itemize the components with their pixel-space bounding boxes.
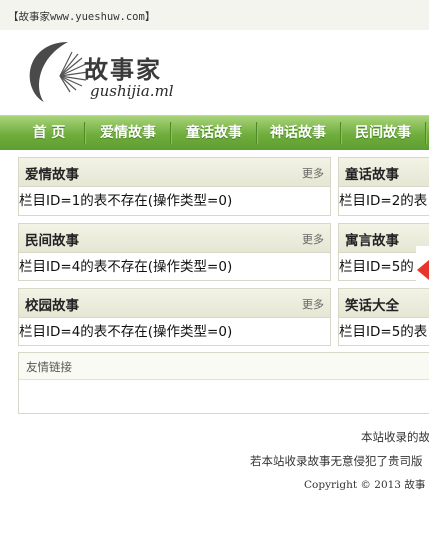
- panel-header: 民间故事 更多: [19, 224, 330, 253]
- panel-jokes: 笑话大全 栏目ID=5的表: [338, 288, 429, 346]
- nav-divider: [425, 122, 427, 144]
- panel-error-text: 栏目ID=1的表不存在(操作类型=0): [19, 193, 233, 209]
- panel-header: 爱情故事 更多: [19, 158, 330, 187]
- friend-links-title: 友情链接: [26, 360, 72, 374]
- logo-chinese-text: 故事家: [84, 55, 162, 84]
- panel-title[interactable]: 童话故事: [345, 163, 399, 183]
- footer-copyright: Copyright © 2013 故事: [304, 479, 426, 491]
- panel-error-text: 栏目ID=5的表: [339, 324, 428, 340]
- red-arrow-icon[interactable]: [417, 258, 429, 282]
- nav-item-folk-tales[interactable]: 民间故事: [342, 116, 424, 150]
- nav-item-love-stories[interactable]: 爱情故事: [86, 116, 170, 150]
- panel-title[interactable]: 民间故事: [25, 229, 79, 249]
- panel-campus-stories: 校园故事 更多 栏目ID=4的表不存在(操作类型=0): [18, 288, 331, 346]
- top-bar: 【故事家www.yueshuw.com】: [0, 0, 429, 30]
- more-link[interactable]: 更多: [302, 296, 324, 312]
- nav-item-home[interactable]: 首 页: [14, 116, 84, 150]
- logo-english-text: gushijia.ml: [90, 82, 174, 100]
- panel-folk-tales: 民间故事 更多 栏目ID=4的表不存在(操作类型=0): [18, 223, 331, 281]
- panel-title[interactable]: 校园故事: [25, 294, 79, 314]
- panel-title[interactable]: 寓言故事: [345, 229, 399, 249]
- panel-error-text: 栏目ID=5的: [339, 259, 414, 275]
- panel-error-text: 栏目ID=4的表不存在(操作类型=0): [19, 259, 233, 275]
- panel-title[interactable]: 爱情故事: [25, 163, 79, 183]
- more-link[interactable]: 更多: [302, 231, 324, 247]
- nav-item-myths[interactable]: 神话故事: [258, 116, 338, 150]
- panel-header: 童话故事: [339, 158, 429, 187]
- friend-links-box: 友情链接: [18, 352, 429, 414]
- panel-error-text: 栏目ID=2的表: [339, 193, 428, 209]
- footer-notice: 本站收录的故: [361, 430, 429, 444]
- panel-header: 笑话大全: [339, 289, 429, 318]
- panel-title[interactable]: 笑话大全: [345, 294, 399, 314]
- panel-error-text: 栏目ID=4的表不存在(操作类型=0): [19, 324, 233, 340]
- nav-item-fairy-tales[interactable]: 童话故事: [172, 116, 256, 150]
- site-name-text: 【故事家www.yueshuw.com】: [8, 11, 156, 23]
- main-nav: 首 页 爱情故事 童话故事 神话故事 民间故事: [0, 115, 429, 150]
- footer-copyright-notice: 若本站收录故事无意侵犯了贵司版: [250, 454, 423, 468]
- panel-fairy-tales: 童话故事 栏目ID=2的表: [338, 157, 429, 216]
- more-link[interactable]: 更多: [302, 165, 324, 181]
- panel-love-stories: 爱情故事 更多 栏目ID=1的表不存在(操作类型=0): [18, 157, 331, 216]
- panel-header: 校园故事 更多: [19, 289, 330, 318]
- friend-links-header: 友情链接: [19, 353, 429, 380]
